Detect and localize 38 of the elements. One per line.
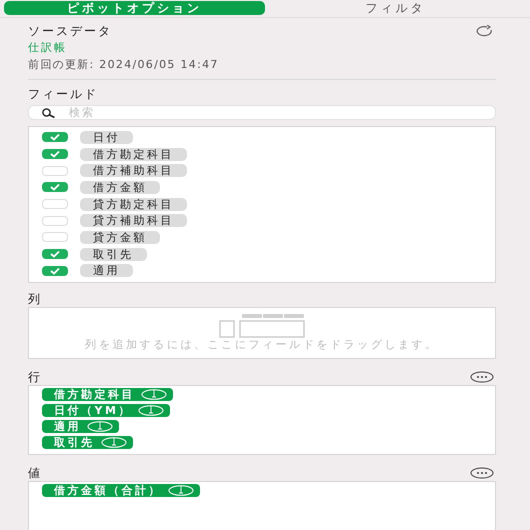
checkbox[interactable] — [42, 182, 68, 192]
section-title: ソースデータ — [28, 22, 112, 40]
field-chip[interactable]: 借方金額 — [80, 180, 160, 194]
search-field[interactable]: 検索 — [28, 105, 496, 120]
last-updated-text: 前回の更新: 2024/06/05 14:47 — [28, 57, 220, 72]
field-chip[interactable]: 適用 — [80, 264, 133, 278]
field-chip[interactable]: 借方勘定科目 — [80, 148, 187, 161]
section-title: 行 — [28, 368, 42, 386]
field-chip[interactable]: 貸方勘定科目 — [80, 198, 187, 211]
drop-hint: 列を追加するには、ここにフィールドをドラッグします。 — [84, 339, 440, 350]
info-icon[interactable] — [87, 421, 113, 432]
checkbox[interactable] — [42, 249, 68, 260]
section-title: フィールド — [28, 86, 99, 103]
checkbox[interactable] — [42, 132, 68, 142]
field-chip[interactable]: 貸方補助科目 — [80, 214, 187, 228]
checkmark-icon — [49, 266, 61, 275]
checkbox[interactable] — [42, 266, 68, 276]
checkmark-icon — [49, 150, 61, 158]
info-icon[interactable] — [100, 437, 126, 448]
more-icon[interactable] — [470, 371, 494, 383]
field-chip[interactable]: 日付 — [80, 130, 133, 144]
info-icon[interactable] — [141, 389, 167, 400]
table-icon — [218, 314, 306, 338]
more-icon[interactable] — [470, 467, 494, 479]
search-icon — [42, 108, 57, 118]
field-chip[interactable]: 貸方金額 — [80, 230, 160, 244]
tab[interactable]: フィルタ — [265, 1, 526, 15]
info-icon[interactable] — [138, 405, 164, 416]
field-chip[interactable]: 取引先 — [80, 248, 146, 261]
section-title: 値 — [28, 464, 42, 482]
checkmark-icon — [49, 250, 61, 258]
field-chip[interactable]: 借方補助科目 — [80, 164, 187, 178]
info-icon[interactable] — [168, 485, 194, 496]
checkbox[interactable] — [42, 149, 68, 160]
checkmark-icon — [49, 133, 61, 142]
checkmark-icon — [49, 183, 61, 192]
refresh-icon[interactable] — [476, 25, 494, 37]
section-title: 列 — [28, 291, 43, 305]
